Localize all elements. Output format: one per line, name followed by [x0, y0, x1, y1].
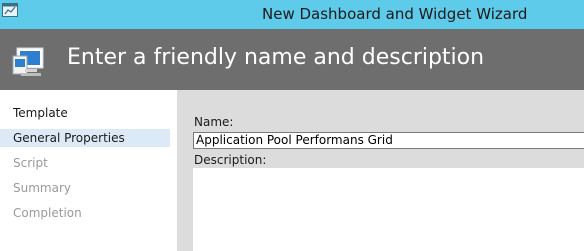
wizard-header: Enter a friendly name and description: [0, 29, 584, 90]
window-icon: [2, 3, 18, 17]
monitor-icon: [12, 47, 44, 76]
description-label: Description:: [194, 153, 267, 167]
title-bar: New Dashboard and Widget Wizard: [0, 0, 584, 29]
window-title: New Dashboard and Widget Wizard: [262, 5, 528, 23]
description-field[interactable]: [193, 168, 584, 251]
step-general-properties[interactable]: General Properties: [0, 129, 170, 147]
step-template[interactable]: Template: [0, 104, 170, 122]
step-summary[interactable]: Summary: [0, 179, 170, 197]
step-script[interactable]: Script: [0, 154, 170, 172]
name-field[interactable]: Application Pool Performans Grid: [193, 132, 584, 149]
wizard-steps: Template General Properties Script Summa…: [0, 90, 177, 251]
step-completion[interactable]: Completion: [0, 204, 170, 222]
name-label: Name:: [194, 115, 234, 129]
general-properties-panel: Name: Application Pool Performans Grid D…: [177, 90, 584, 251]
page-title: Enter a friendly name and description: [67, 45, 485, 70]
